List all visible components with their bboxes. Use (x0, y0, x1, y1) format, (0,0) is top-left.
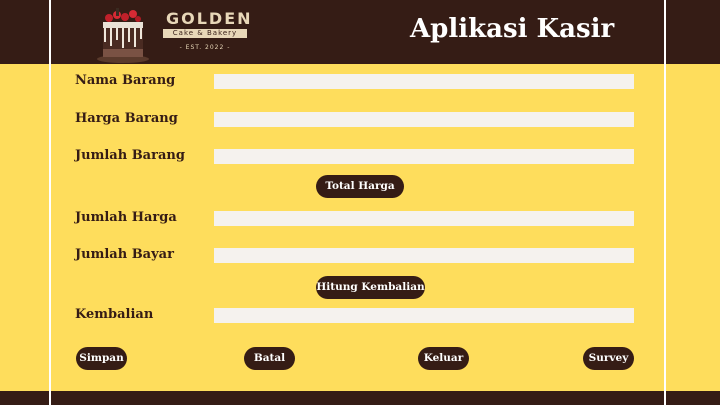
label-harga-barang: Harga Barang (75, 111, 178, 126)
cake-icon (97, 8, 149, 63)
left-divider (49, 0, 51, 405)
label-nama-barang: Nama Barang (75, 73, 176, 88)
survey-button[interactable]: Survey (583, 347, 634, 370)
simpan-button[interactable]: Simpan (76, 347, 127, 370)
right-divider (664, 0, 666, 405)
keluar-button[interactable]: Keluar (418, 347, 469, 370)
harga-barang-input[interactable] (214, 112, 634, 127)
total-harga-button[interactable]: Total Harga (316, 175, 404, 198)
brand-name: GOLDEN (166, 9, 253, 28)
label-jumlah-barang: Jumlah Barang (75, 148, 185, 163)
jumlah-bayar-input[interactable] (214, 248, 634, 263)
brand-tagline: Cake & Bakery (163, 29, 247, 38)
brand-established: - EST. 2022 - (179, 44, 231, 51)
hitung-kembalian-button[interactable]: Hitung Kembalian (316, 276, 425, 299)
footer-bar (0, 391, 720, 405)
label-kembalian: Kembalian (75, 307, 154, 322)
label-jumlah-bayar: Jumlah Bayar (75, 247, 174, 262)
batal-button[interactable]: Batal (244, 347, 295, 370)
nama-barang-input[interactable] (214, 74, 634, 89)
label-jumlah-harga: Jumlah Harga (75, 210, 177, 225)
kembalian-input[interactable] (214, 308, 634, 323)
jumlah-barang-input[interactable] (214, 149, 634, 164)
page-title: Aplikasi Kasir (410, 14, 615, 44)
jumlah-harga-input[interactable] (214, 211, 634, 226)
